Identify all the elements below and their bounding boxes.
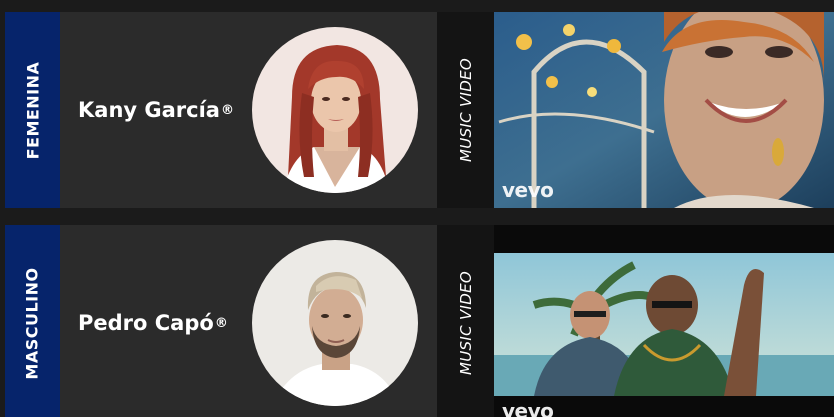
category-strip: FEMENINA — [5, 12, 60, 208]
category-label: FEMENINA — [23, 61, 43, 159]
artist-avatar — [252, 240, 418, 406]
music-video-label: MUSIC VIDEO — [456, 58, 475, 162]
music-video-label: MUSIC VIDEO — [456, 271, 475, 375]
artist-name-text: Kany García — [78, 98, 220, 122]
media-type-strip: MUSIC VIDEO — [437, 225, 494, 417]
video-thumbnail[interactable]: vevo — [494, 12, 834, 208]
category-label: MASCULINO — [23, 266, 43, 380]
artist-photo — [252, 27, 418, 193]
nominee-row-femenina: FEMENINA Kany García ® MUSIC VIDEO vevo — [0, 12, 834, 208]
video-thumbnail[interactable]: vevo — [494, 225, 834, 417]
category-strip: MASCULINO — [5, 225, 60, 417]
registered-mark: ® — [220, 102, 234, 118]
artist-photo — [252, 240, 418, 406]
registered-mark: ® — [214, 315, 228, 331]
artist-name: Pedro Capó ® — [78, 225, 228, 417]
video-frame — [494, 225, 834, 417]
artist-name-text: Pedro Capó — [78, 311, 214, 335]
artist-card[interactable]: Kany García ® — [60, 12, 437, 208]
nominee-row-masculino: MASCULINO Pedro Capó ® MUSIC VIDEO vevo — [0, 225, 834, 417]
artist-avatar — [252, 27, 418, 193]
media-type-strip: MUSIC VIDEO — [437, 12, 494, 208]
nominee-panel: FEMENINA Kany García ® MUSIC VIDEO vevo … — [0, 0, 834, 417]
vevo-logo: vevo — [502, 399, 554, 417]
artist-card[interactable]: Pedro Capó ® — [60, 225, 437, 417]
artist-name: Kany García ® — [78, 12, 234, 208]
vevo-logo: vevo — [502, 178, 554, 202]
